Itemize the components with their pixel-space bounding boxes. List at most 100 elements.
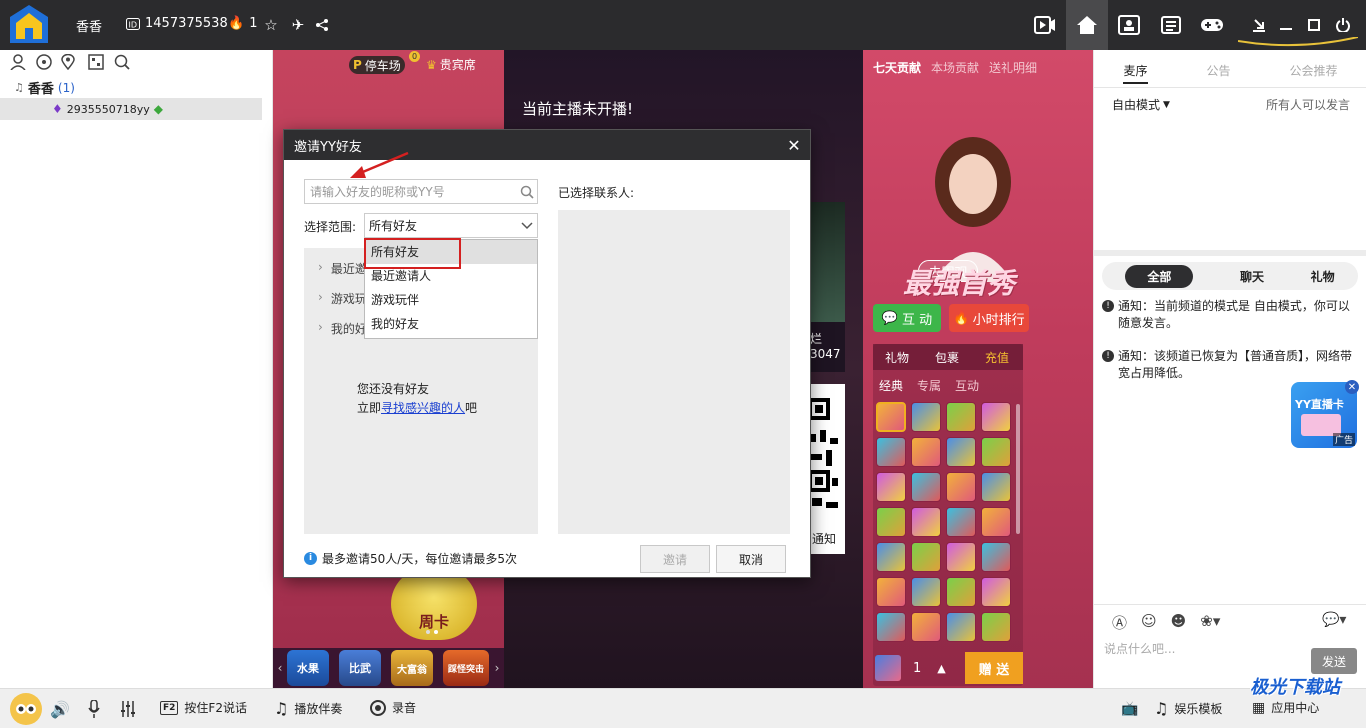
game-duel[interactable]: 比武: [339, 650, 381, 686]
next-arrow-icon[interactable]: ›: [492, 658, 502, 678]
cancel-button[interactable]: 取消: [716, 545, 786, 573]
vip-seat-button[interactable]: ♛ 贵宾席: [426, 56, 476, 73]
ad-close-icon[interactable]: ✕: [1345, 380, 1359, 394]
play-music-button[interactable]: ♫ 播放伴奏: [274, 699, 342, 718]
game-monster[interactable]: 踩怪突击: [443, 650, 489, 686]
gift-item[interactable]: [911, 472, 941, 502]
gift-scrollbar[interactable]: [1016, 404, 1020, 534]
minimize-icon[interactable]: [1276, 14, 1296, 36]
favorite-star-icon[interactable]: ☆: [262, 15, 280, 35]
avatar[interactable]: [10, 693, 42, 725]
gift-item[interactable]: [981, 507, 1011, 537]
share-icon[interactable]: [313, 15, 331, 35]
scope-select[interactable]: 所有好友: [364, 213, 538, 238]
invite-button[interactable]: 邀请: [640, 545, 710, 573]
gift-item[interactable]: [911, 612, 941, 642]
send-gift-button[interactable]: 赠 送: [965, 652, 1023, 684]
emoji-icon[interactable]: ☺: [1141, 612, 1157, 633]
gift-item[interactable]: [876, 507, 906, 537]
tv-icon[interactable]: 📺: [1120, 699, 1140, 719]
scope-option-mine[interactable]: 我的好友: [365, 312, 537, 336]
weekly-card-badge[interactable]: 周卡: [391, 568, 477, 640]
gift-item[interactable]: [981, 542, 1011, 572]
chat-tab-chat[interactable]: 聊天: [1240, 268, 1264, 285]
chat-input[interactable]: 说点什么吧...: [1104, 640, 1175, 657]
chat-send-button[interactable]: 发送: [1311, 648, 1357, 674]
user-icon[interactable]: [8, 52, 28, 72]
subtab-interactive[interactable]: 互动: [955, 377, 979, 394]
gift-item[interactable]: [911, 577, 941, 607]
user-row[interactable]: ♦ 2935550718yy ◆: [0, 98, 262, 120]
gift-item[interactable]: [911, 542, 941, 572]
find-people-link[interactable]: 寻找感兴趣的人: [381, 399, 465, 416]
font-icon[interactable]: Ⓐ: [1112, 612, 1127, 633]
tab-package[interactable]: 包裹: [935, 349, 959, 366]
equalizer-icon[interactable]: [118, 699, 138, 719]
gift-quantity[interactable]: 1: [913, 661, 921, 676]
game-fruit[interactable]: 水果: [287, 650, 329, 686]
gift-item[interactable]: [946, 612, 976, 642]
tab-announcement[interactable]: 公告: [1206, 62, 1230, 88]
gift-item[interactable]: [981, 437, 1011, 467]
scope-option-game[interactable]: 游戏玩伴: [365, 288, 537, 312]
gift-item[interactable]: [911, 507, 941, 537]
gift-item[interactable]: [946, 542, 976, 572]
power-close-icon[interactable]: [1332, 14, 1354, 36]
tab-gift[interactable]: 礼物: [885, 349, 909, 366]
maximize-icon[interactable]: [1304, 14, 1324, 36]
speaker-icon[interactable]: 🔊: [50, 699, 70, 719]
quantity-up-icon[interactable]: ▲: [937, 662, 945, 675]
quick-reply-icon[interactable]: 💬▾: [1322, 612, 1346, 628]
gift-item[interactable]: [946, 472, 976, 502]
tab-gift-detail[interactable]: 送礼明细: [989, 59, 1037, 76]
qr-icon[interactable]: [86, 52, 106, 72]
search-input[interactable]: 请输入好友的昵称或YY号: [304, 179, 538, 204]
contacts-icon[interactable]: [1116, 12, 1142, 38]
location-icon[interactable]: [58, 52, 78, 72]
mode-dropdown[interactable]: 自由模式 ▼: [1112, 96, 1170, 113]
push-to-talk-button[interactable]: F2 按住F2说话: [160, 699, 247, 716]
game-support-icon[interactable]: [34, 52, 54, 72]
app-center-button[interactable]: ▦ 应用中心: [1252, 699, 1319, 716]
pager-dot-active[interactable]: [434, 630, 438, 634]
gift-item[interactable]: [876, 577, 906, 607]
ad-card[interactable]: YY直播卡 广告 ✕: [1291, 380, 1359, 448]
pager-dot[interactable]: [426, 630, 430, 634]
gift-item[interactable]: [946, 507, 976, 537]
gift-item[interactable]: [876, 472, 906, 502]
channel-tree-root[interactable]: ♫ 香香 (1): [14, 78, 75, 98]
record-button[interactable]: 录音: [370, 699, 416, 716]
tab-this-show[interactable]: 本场贡献: [931, 59, 979, 76]
tab-mic-queue[interactable]: 麦序: [1123, 62, 1148, 84]
gift-item[interactable]: [981, 577, 1011, 607]
gift-item[interactable]: [946, 577, 976, 607]
interact-button[interactable]: 💬 互 动: [873, 304, 941, 332]
gift-item[interactable]: [876, 437, 906, 467]
thumbnail-image[interactable]: [810, 202, 845, 322]
sticker-icon[interactable]: ☻: [1171, 612, 1187, 633]
microphone-icon[interactable]: [84, 699, 104, 719]
flower-icon[interactable]: ❀▾: [1200, 612, 1220, 633]
tab-seven-day[interactable]: 七天贡献: [873, 59, 921, 76]
gift-item[interactable]: [876, 402, 906, 432]
tab-recharge[interactable]: 充值: [985, 349, 1009, 366]
video-icon[interactable]: [1032, 12, 1058, 38]
parking-button[interactable]: P 停车场: [349, 56, 405, 74]
ent-template-button[interactable]: ♫ 娱乐模板: [1154, 699, 1222, 718]
gift-item[interactable]: [981, 472, 1011, 502]
download-icon[interactable]: [1248, 14, 1270, 36]
search-icon[interactable]: [112, 52, 132, 72]
game-monopoly[interactable]: 大富翁: [391, 650, 433, 686]
gift-item[interactable]: [981, 402, 1011, 432]
plane-icon[interactable]: ✈: [288, 15, 308, 35]
yy-home-logo-icon[interactable]: [4, 2, 54, 48]
gamepad-icon[interactable]: [1198, 12, 1226, 38]
list-icon[interactable]: [1158, 12, 1184, 38]
dialog-close-icon[interactable]: ✕: [784, 135, 804, 155]
gift-item[interactable]: [911, 402, 941, 432]
prev-arrow-icon[interactable]: ‹: [275, 658, 285, 678]
chat-tab-gift[interactable]: 礼物: [1311, 268, 1335, 285]
gift-item[interactable]: [911, 437, 941, 467]
hour-rank-button[interactable]: 🔥 小时排行: [949, 304, 1029, 332]
gift-item[interactable]: [946, 402, 976, 432]
